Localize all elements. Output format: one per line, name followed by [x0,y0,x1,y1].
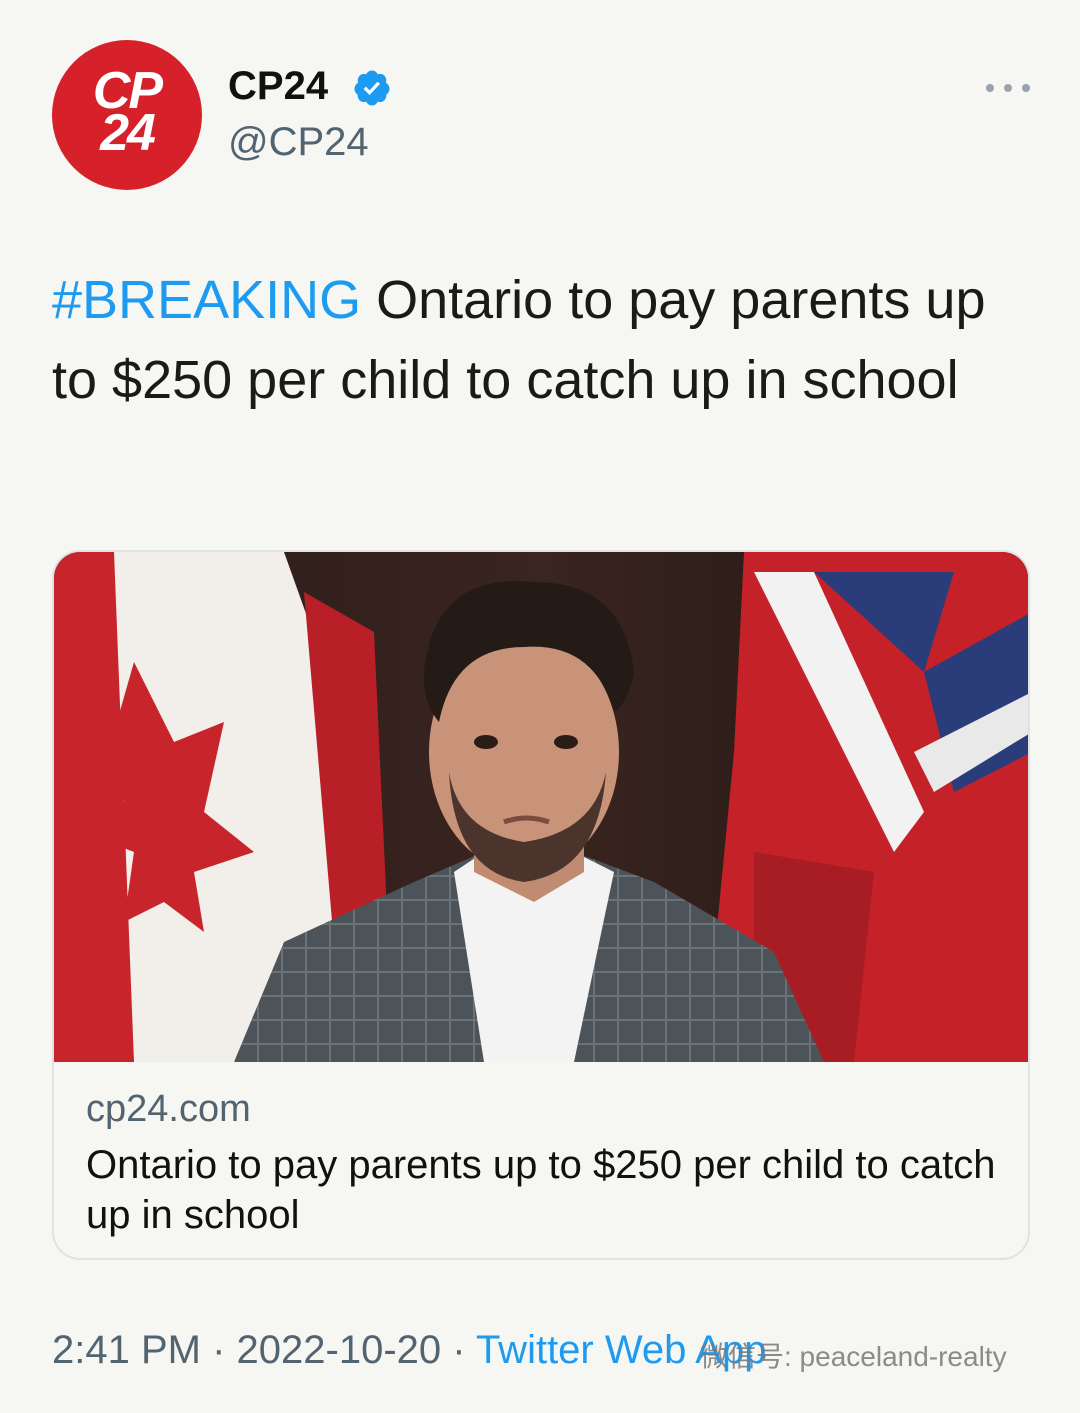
verified-badge-icon [354,70,390,106]
author-handle[interactable]: @CP24 [228,120,369,165]
card-domain: cp24.com [86,1088,251,1130]
author-display-name[interactable]: CP24 [228,64,328,109]
tweet-metadata: 2:41 PM · 2022-10-20 · Twitter Web App [52,1328,766,1373]
meta-separator: · [200,1328,237,1372]
more-options-icon[interactable] [986,78,1030,98]
cp24-avatar[interactable]: CP 24 [52,40,202,190]
tweet-text: #BREAKING Ontario to pay parents up to $… [52,260,1032,420]
wechat-watermark: 微信号: peaceland-realty [700,1341,1007,1372]
card-title: Ontario to pay parents up to $250 per ch… [86,1143,996,1237]
cp24-logo: CP 24 [92,62,163,162]
hashtag-link[interactable]: #BREAKING [52,270,361,330]
article-photo [54,552,1028,1062]
meta-separator: · [441,1328,476,1372]
tweet-date[interactable]: 2022-10-20 [237,1328,442,1372]
link-preview-card[interactable]: cp24.com Ontario to pay parents up to $2… [52,550,1030,1260]
tweet-time[interactable]: 2:41 PM [52,1328,201,1372]
